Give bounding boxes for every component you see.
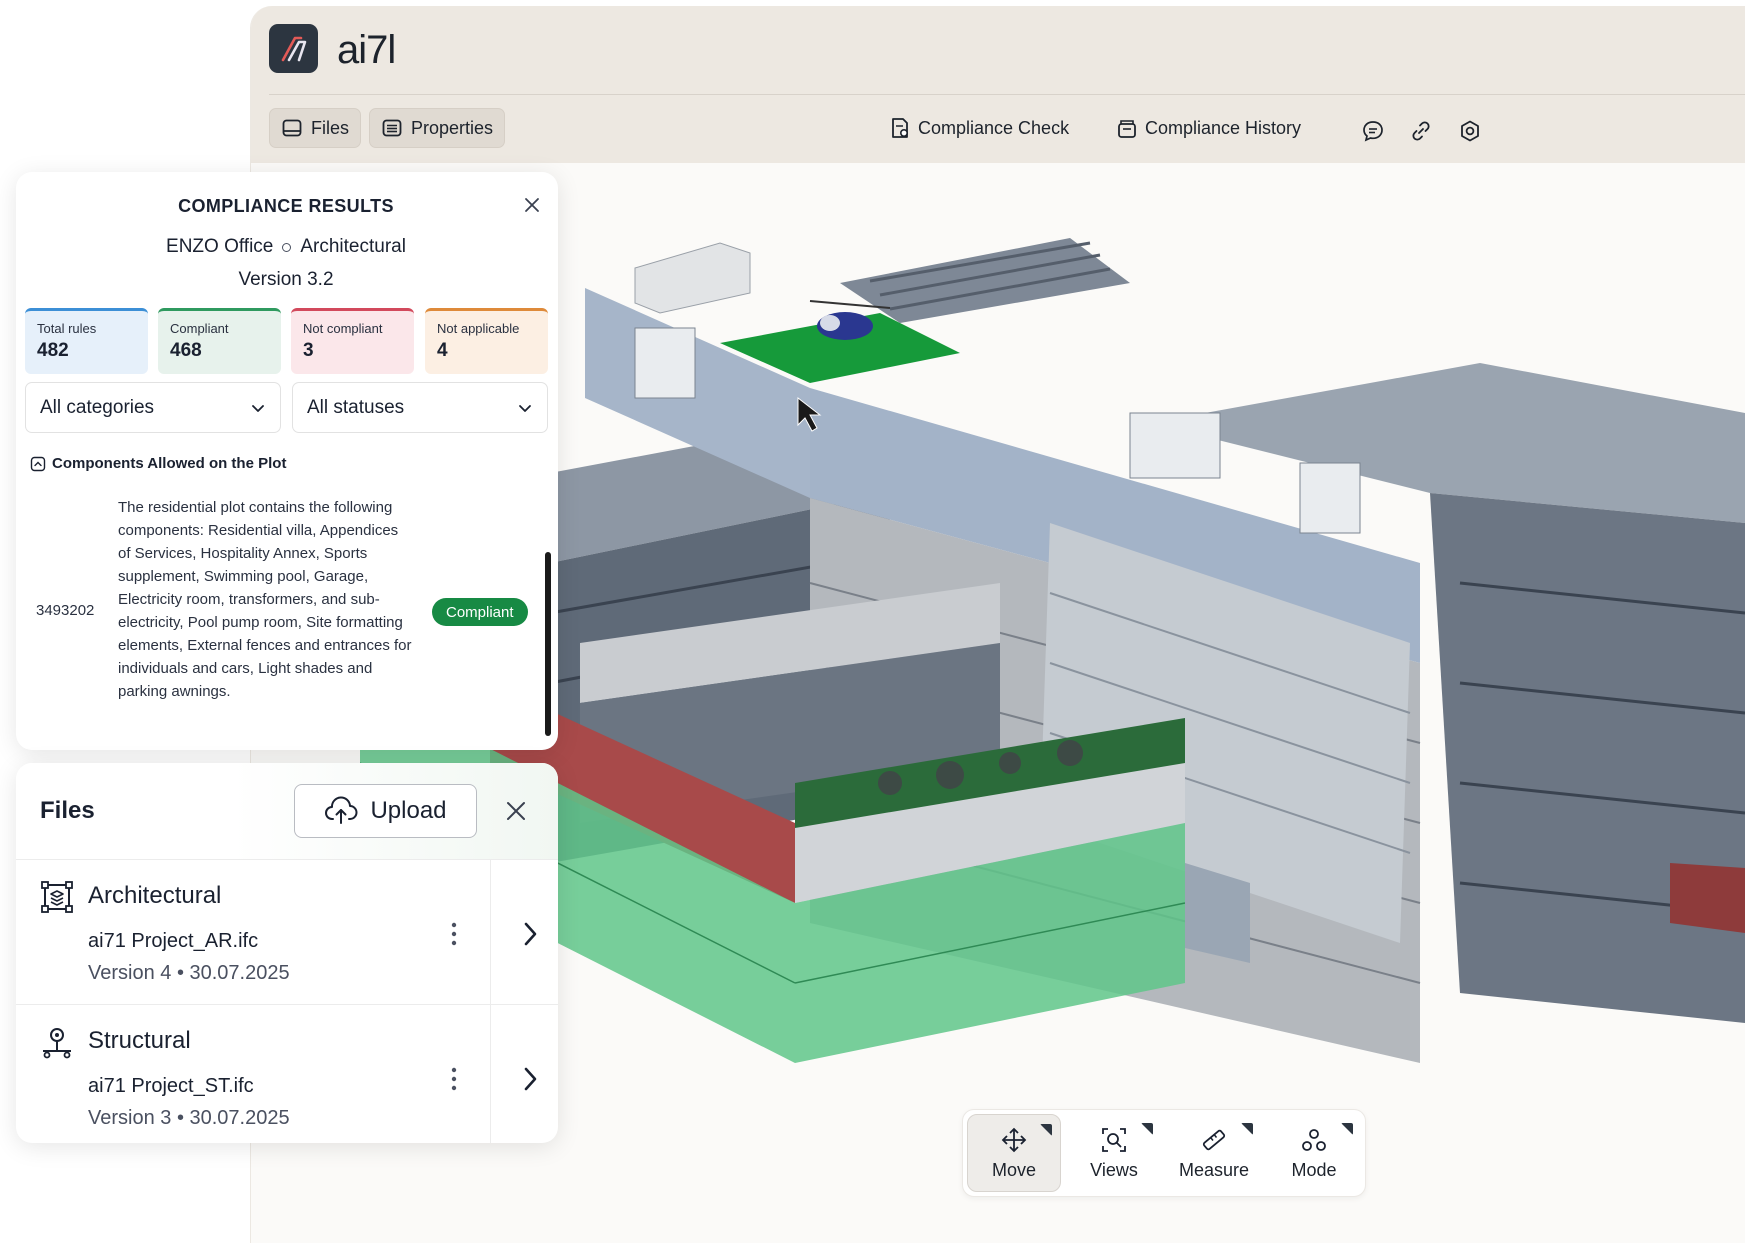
viewer-toolbar: Move Views Measure Mode	[962, 1109, 1366, 1197]
top-bar: ai7l Files Properties Compliance Check C…	[251, 6, 1745, 163]
stat-value: 3	[303, 340, 314, 361]
files-button[interactable]: Files	[269, 108, 362, 148]
submenu-indicator	[1241, 1123, 1253, 1135]
files-panel: Files Upload Architectural ai71 Project_…	[16, 763, 558, 1143]
compliance-check-icon	[892, 118, 909, 138]
stat-label: Compliant	[170, 321, 229, 336]
architecture-icon	[41, 881, 73, 913]
stat-label: Not applicable	[437, 321, 520, 336]
category-filter-value: All categories	[40, 396, 155, 418]
app-logo[interactable]	[269, 24, 318, 73]
views-icon	[1102, 1127, 1126, 1152]
project-discipline: Architectural	[300, 236, 406, 257]
file-meta: Version 3 • 30.07.2025	[88, 1107, 290, 1129]
measure-icon	[1202, 1129, 1226, 1150]
more-vertical-icon[interactable]	[448, 920, 460, 948]
file-item-architectural[interactable]: Architectural ai71 Project_AR.ifc Versio…	[16, 860, 558, 1004]
structure-icon	[43, 1028, 71, 1059]
collapse-icon	[30, 456, 46, 471]
mode-icon	[1302, 1128, 1326, 1151]
rule-id: 3493202	[36, 602, 95, 619]
files-title: Files	[40, 797, 95, 824]
project-subtitle: ENZO Office Architectural	[16, 236, 556, 258]
file-name: ai71 Project_ST.ifc	[88, 1075, 254, 1097]
stat-compliant[interactable]: Compliant 468	[158, 308, 281, 374]
rule-group-title: Components Allowed on the Plot	[52, 455, 287, 472]
move-icon	[1001, 1127, 1027, 1152]
file-discipline: Architectural	[88, 882, 222, 909]
submenu-indicator	[1040, 1124, 1052, 1136]
properties-button[interactable]: Properties	[369, 108, 506, 148]
chat-icon	[1363, 121, 1383, 142]
rule-group-header[interactable]: Components Allowed on the Plot	[30, 455, 286, 472]
separator-dot	[282, 242, 292, 252]
link-icon	[1412, 121, 1430, 141]
scrollbar[interactable]	[545, 552, 551, 736]
upload-button[interactable]: Upload	[294, 784, 477, 838]
file-discipline: Structural	[88, 1027, 191, 1054]
tool-mode[interactable]: Mode	[1267, 1114, 1361, 1192]
compliance-history-label: Compliance History	[1145, 117, 1302, 138]
cloud-upload-icon	[325, 796, 358, 824]
topbar-divider	[269, 94, 1745, 95]
close-icon[interactable]	[521, 194, 543, 216]
compliance-history-icon	[1118, 120, 1136, 138]
tool-move[interactable]: Move	[967, 1114, 1061, 1192]
settings-button[interactable]	[1457, 118, 1483, 144]
compliance-check-label: Compliance Check	[918, 117, 1070, 138]
status-filter-select[interactable]: All statuses	[292, 382, 548, 433]
stat-label: Total rules	[37, 321, 97, 336]
app-wordmark: ai7l	[337, 28, 396, 72]
logo-icon	[281, 36, 306, 61]
divider	[490, 1005, 491, 1143]
files-button-label: Files	[311, 117, 350, 138]
divider	[490, 860, 491, 1004]
file-item-structural[interactable]: Structural ai71 Project_ST.ifc Version 3…	[16, 1005, 558, 1143]
files-icon	[282, 119, 302, 137]
status-badge: Compliant	[432, 598, 528, 626]
rule-description: The residential plot contains the follow…	[118, 499, 412, 700]
upload-button-label: Upload	[370, 797, 447, 824]
tool-label: Move	[991, 1159, 1036, 1180]
file-name: ai71 Project_AR.ifc	[88, 930, 259, 952]
stat-label: Not compliant	[303, 321, 383, 336]
file-meta: Version 4 • 30.07.2025	[88, 962, 290, 984]
compliance-check-button[interactable]: Compliance Check	[889, 112, 1069, 144]
chevron-down-icon	[519, 404, 531, 412]
chevron-down-icon	[252, 404, 264, 412]
stat-not-applicable[interactable]: Not applicable 4	[425, 308, 548, 374]
close-icon[interactable]	[504, 799, 528, 823]
chevron-right-icon[interactable]	[520, 1065, 540, 1093]
chat-button[interactable]	[1360, 118, 1386, 144]
properties-icon	[382, 119, 402, 137]
gear-icon	[1461, 120, 1479, 142]
tool-views[interactable]: Views	[1067, 1114, 1161, 1192]
tool-label: Measure	[1178, 1159, 1250, 1180]
link-button[interactable]	[1408, 118, 1434, 144]
more-vertical-icon[interactable]	[448, 1065, 460, 1093]
stat-not-compliant[interactable]: Not compliant 3	[291, 308, 414, 374]
chevron-right-icon[interactable]	[520, 920, 540, 948]
stat-value: 482	[37, 340, 69, 361]
stat-value: 468	[170, 340, 202, 361]
tool-measure[interactable]: Measure	[1167, 1114, 1261, 1192]
tool-label: Views	[1090, 1159, 1138, 1180]
submenu-indicator	[1141, 1123, 1153, 1135]
category-filter-select[interactable]: All categories	[25, 382, 281, 433]
submenu-indicator	[1341, 1123, 1353, 1135]
properties-button-label: Properties	[411, 117, 494, 138]
compliance-title: COMPLIANCE RESULTS	[178, 196, 394, 216]
status-filter-value: All statuses	[307, 396, 405, 418]
compliance-history-button[interactable]: Compliance History	[1116, 112, 1301, 144]
project-name: ENZO Office	[166, 236, 274, 257]
project-version: Version 3.2	[238, 269, 334, 290]
tool-label: Mode	[1291, 1159, 1337, 1180]
stat-value: 4	[437, 340, 448, 361]
stat-total-rules[interactable]: Total rules 482	[25, 308, 148, 374]
compliance-results-panel: COMPLIANCE RESULTS ENZO Office Architect…	[16, 172, 558, 750]
